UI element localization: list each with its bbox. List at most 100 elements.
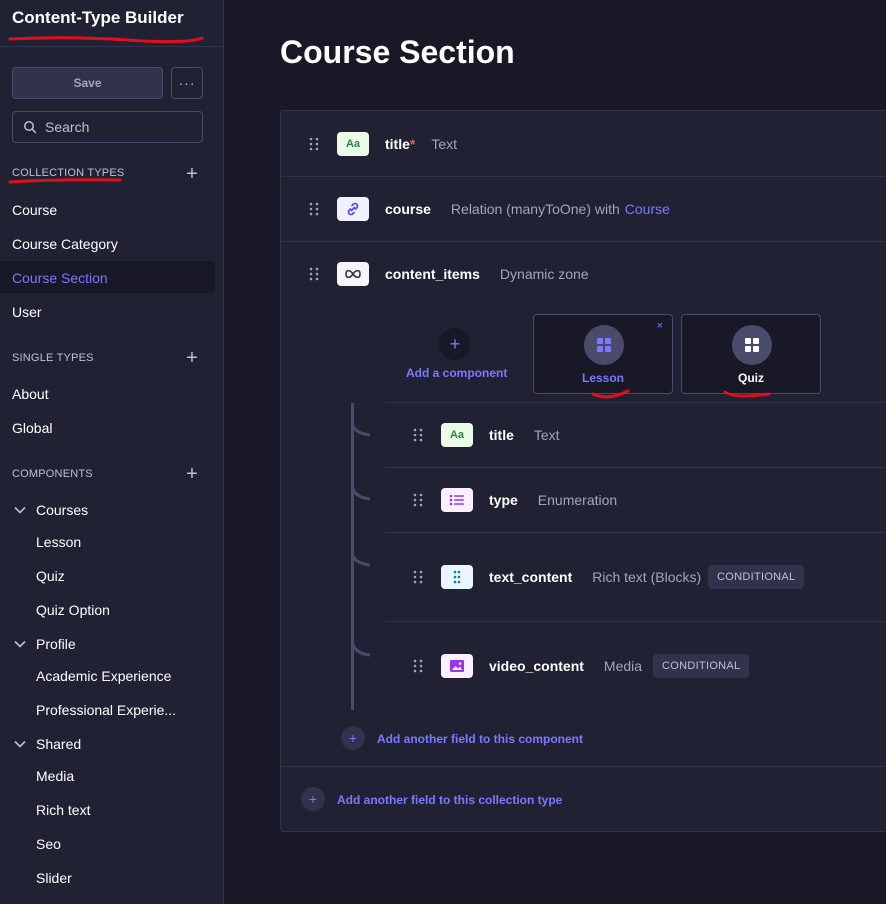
search-icon <box>24 121 37 134</box>
page-title: Course Section <box>280 34 515 70</box>
sidebar-item-media[interactable]: Media <box>36 768 74 784</box>
drag-handle-icon[interactable] <box>412 493 424 507</box>
field-row-content-items[interactable]: content_items Dynamic zone <box>308 262 589 286</box>
save-button[interactable]: Save <box>12 67 163 99</box>
more-options-button[interactable]: ··· <box>171 67 203 99</box>
chevron-down-icon <box>14 740 26 748</box>
add-field-to-component-button[interactable]: Add another field to this component <box>377 732 583 746</box>
media-icon <box>441 654 473 678</box>
component-card-quiz[interactable]: Quiz <box>681 314 821 394</box>
component-field-row-title[interactable]: Aa title Text <box>412 423 560 447</box>
annotation-underline-quiz <box>723 390 771 398</box>
grid-icon <box>597 338 611 352</box>
component-group-label: Courses <box>36 502 89 518</box>
row-divider <box>281 176 886 177</box>
row-divider <box>385 467 886 468</box>
component-field-row-video-content[interactable]: video_content Media <box>412 654 642 678</box>
sidebar-item-about[interactable]: About <box>12 386 49 402</box>
sidebar-title: Content-Type Builder <box>12 8 184 27</box>
field-row-title[interactable]: Aa title * Text <box>308 132 457 156</box>
row-divider <box>385 621 886 622</box>
field-name: text_content <box>489 569 573 585</box>
conditional-badge: CONDITIONAL <box>708 565 805 589</box>
search-input[interactable]: Search <box>12 111 203 143</box>
drag-handle-icon[interactable] <box>308 137 320 151</box>
component-icon-circle <box>732 325 772 365</box>
component-icon-circle <box>584 325 624 365</box>
drag-handle-icon[interactable] <box>412 428 424 442</box>
field-row-course[interactable]: course Relation (manyToOne) with Course <box>308 197 670 221</box>
single-types-heading: SINGLE TYPES <box>12 352 94 364</box>
sidebar-item-slider[interactable]: Slider <box>36 870 72 886</box>
field-type: Enumeration <box>537 492 618 508</box>
close-icon[interactable]: × <box>657 320 663 332</box>
relation-target-link[interactable]: Course <box>625 201 670 217</box>
conditional-badge: CONDITIONAL <box>653 654 750 678</box>
chevron-down-icon <box>14 506 26 514</box>
drag-handle-icon[interactable] <box>412 659 424 673</box>
sidebar-item-quiz[interactable]: Quiz <box>36 568 65 584</box>
add-component-label[interactable]: Add a component <box>406 366 507 380</box>
add-field-to-collection-icon[interactable]: + <box>301 787 325 811</box>
field-type: Text <box>431 136 458 152</box>
sidebar: Content-Type Builder Save ··· Search COL… <box>0 0 224 904</box>
row-divider <box>385 532 886 533</box>
field-type: Rich text (Blocks) <box>592 569 702 585</box>
text-icon: Aa <box>337 132 369 156</box>
sidebar-item-user[interactable]: User <box>12 304 42 320</box>
sidebar-item-rich-text[interactable]: Rich text <box>36 802 90 818</box>
search-label: Search <box>45 119 90 135</box>
drag-handle-icon[interactable] <box>308 202 320 216</box>
field-name: title <box>385 136 410 152</box>
relation-icon <box>337 197 369 221</box>
row-divider <box>385 402 886 403</box>
add-component-button[interactable]: + <box>439 328 471 360</box>
add-field-to-collection-button[interactable]: Add another field to this collection typ… <box>337 793 562 807</box>
annotation-underline-lesson <box>591 389 630 399</box>
field-name: content_items <box>385 266 480 282</box>
sidebar-item-quiz-option[interactable]: Quiz Option <box>36 602 110 618</box>
field-name: video_content <box>489 658 584 674</box>
add-collection-type-icon[interactable]: + <box>184 164 200 184</box>
chevron-down-icon <box>14 640 26 648</box>
sidebar-item-lesson[interactable]: Lesson <box>36 534 81 550</box>
sidebar-item-academic-experience[interactable]: Academic Experience <box>36 668 171 684</box>
component-group-profile[interactable]: Profile <box>12 636 76 652</box>
sidebar-item-course-section[interactable]: Course Section <box>12 270 108 286</box>
component-label: Quiz <box>738 371 764 385</box>
sidebar-item-seo[interactable]: Seo <box>36 836 61 852</box>
add-component-icon[interactable]: + <box>184 464 200 484</box>
sidebar-item-course-category[interactable]: Course Category <box>12 236 118 252</box>
field-type: Dynamic zone <box>499 266 589 282</box>
dynamic-zone-icon <box>337 262 369 286</box>
component-nesting-curls <box>351 420 371 657</box>
enumeration-icon <box>441 488 473 512</box>
sidebar-divider <box>0 46 224 47</box>
component-group-shared[interactable]: Shared <box>12 736 81 752</box>
annotation-underline-title <box>8 36 204 44</box>
component-field-row-text-content[interactable]: text_content Rich text (Blocks) <box>412 565 701 589</box>
required-marker: * <box>409 136 416 152</box>
field-type: Text <box>533 427 560 443</box>
field-name: course <box>385 201 431 217</box>
component-group-label: Profile <box>36 636 76 652</box>
sidebar-item-global[interactable]: Global <box>12 420 52 436</box>
field-name: title <box>489 427 514 443</box>
row-divider <box>281 241 886 242</box>
components-heading: COMPONENTS <box>12 468 93 480</box>
sidebar-item-professional-experience[interactable]: Professional Experie... <box>36 702 176 718</box>
drag-handle-icon[interactable] <box>308 267 320 281</box>
field-type: Media <box>603 658 643 674</box>
field-type: Relation (manyToOne) with <box>450 201 620 217</box>
component-group-courses[interactable]: Courses <box>12 502 88 518</box>
add-field-to-component-icon[interactable]: + <box>341 726 365 750</box>
component-field-row-type[interactable]: type Enumeration <box>412 488 617 512</box>
component-card-lesson[interactable]: Lesson × <box>533 314 673 394</box>
grid-icon <box>745 338 759 352</box>
add-single-type-icon[interactable]: + <box>184 348 200 368</box>
text-icon: Aa <box>441 423 473 447</box>
blocks-icon <box>441 565 473 589</box>
sidebar-item-course[interactable]: Course <box>12 202 57 218</box>
component-label: Lesson <box>581 371 624 385</box>
drag-handle-icon[interactable] <box>412 570 424 584</box>
